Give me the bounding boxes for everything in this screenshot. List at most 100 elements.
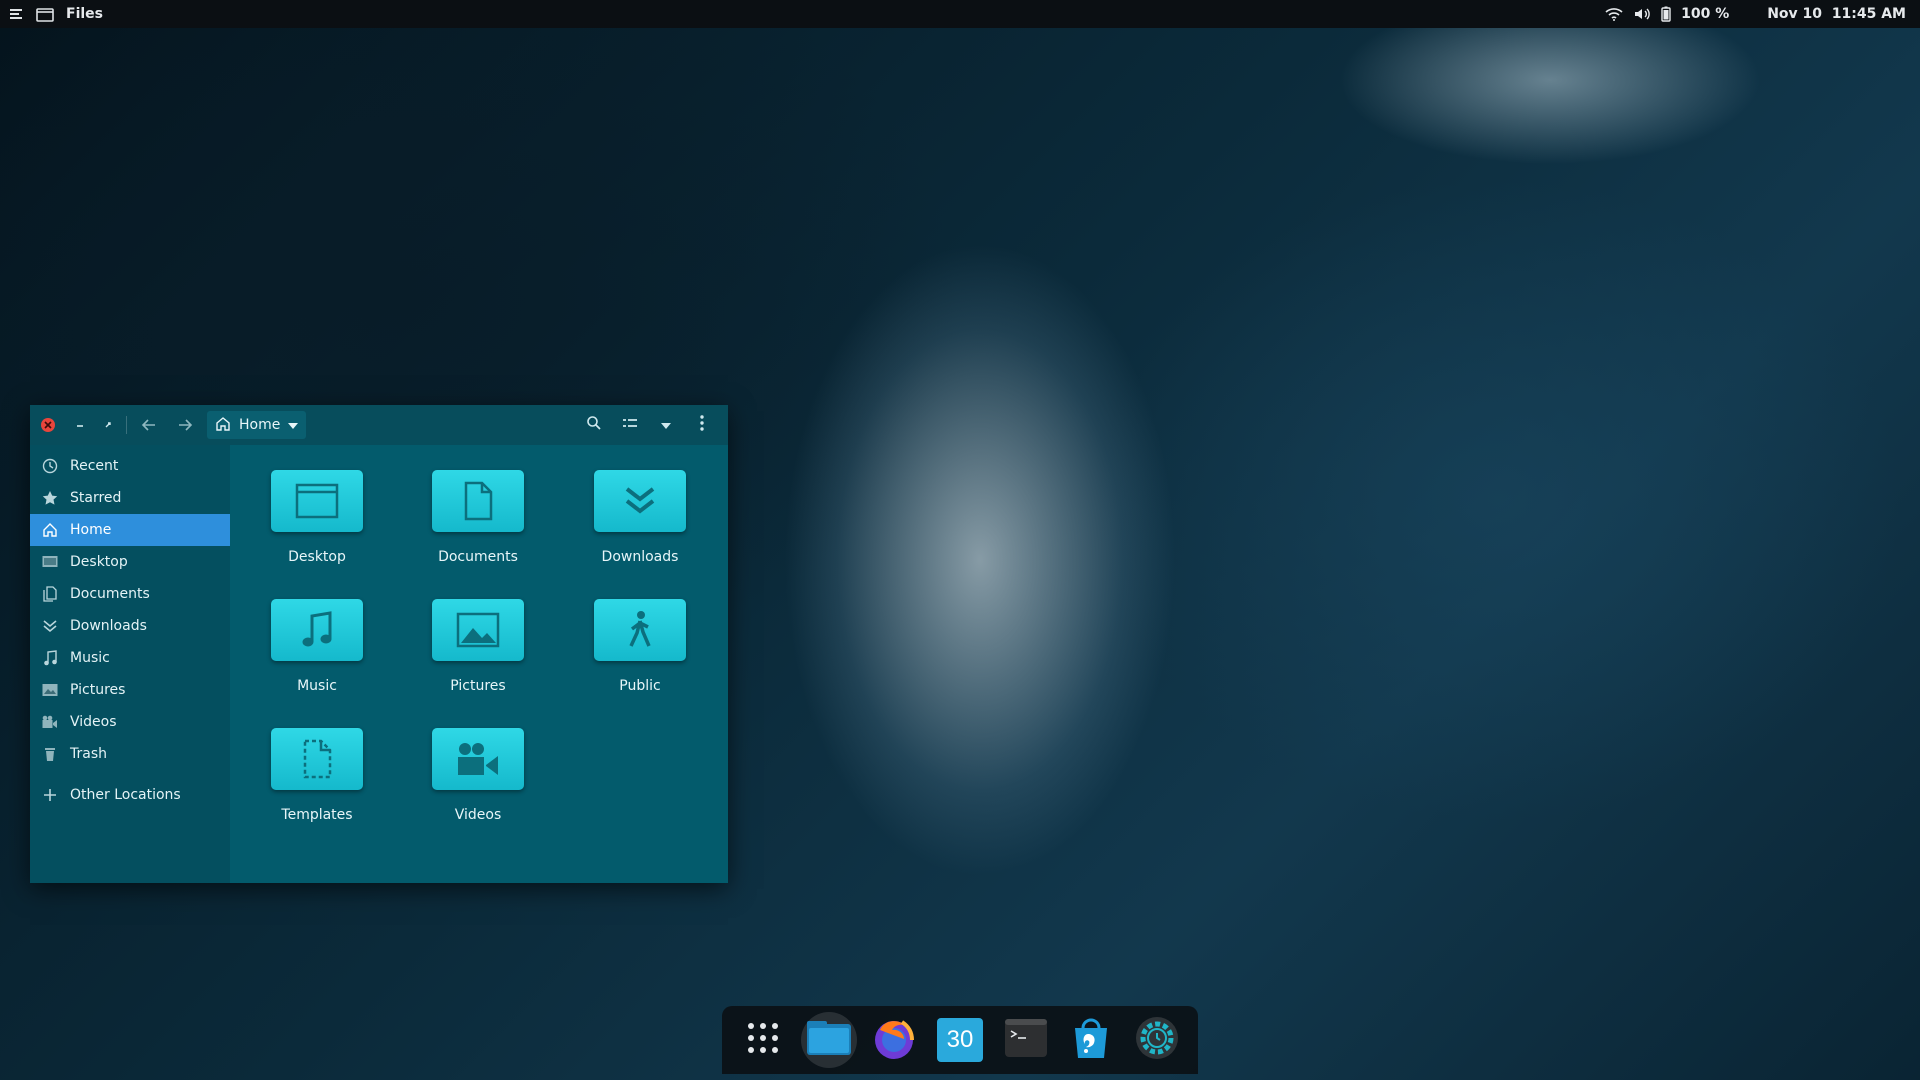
folder-label: Pictures <box>450 678 506 694</box>
folder-public[interactable]: Public <box>570 574 710 694</box>
sidebar-item-label: Downloads <box>70 618 147 634</box>
dock-software[interactable] <box>1063 1012 1119 1068</box>
public-folder-icon <box>594 595 686 661</box>
main-menu-button[interactable] <box>684 405 720 445</box>
sidebar-item-recent[interactable]: Recent <box>30 450 230 482</box>
forward-button[interactable] <box>167 405 203 445</box>
close-button[interactable] <box>30 405 66 445</box>
star-icon <box>42 490 58 506</box>
sidebar-item-label: Trash <box>70 746 107 762</box>
dock-firefox[interactable] <box>866 1012 922 1068</box>
desktop-folder-icon <box>271 466 363 532</box>
folder-downloads[interactable]: Downloads <box>570 445 710 565</box>
location-home-button[interactable]: Home <box>207 411 307 439</box>
sidebar-item-pictures[interactable]: Pictures <box>30 674 230 706</box>
dock: 30 <box>722 1006 1198 1074</box>
sidebar-item-videos[interactable]: Videos <box>30 706 230 738</box>
firefox-icon <box>872 1016 916 1064</box>
sidebar-item-label: Other Locations <box>70 787 181 803</box>
home-icon <box>215 416 231 435</box>
folder-label: Music <box>297 678 337 694</box>
terminal-icon <box>1004 1018 1048 1062</box>
folder-label: Desktop <box>288 549 346 565</box>
sidebar-item-other-locations[interactable]: Other Locations <box>30 779 230 811</box>
download-icon <box>42 618 58 634</box>
files-window: Home Recent Starred Home Desktop Documen… <box>30 405 728 883</box>
home-icon <box>42 522 58 538</box>
documents-folder-icon <box>432 466 524 532</box>
videos-folder-icon <box>432 724 524 790</box>
sidebar-item-trash[interactable]: Trash <box>30 738 230 770</box>
desktop-icon <box>42 554 58 570</box>
folder-documents[interactable]: Documents <box>408 445 548 565</box>
minimize-button[interactable] <box>66 405 94 445</box>
battery-icon[interactable] <box>1661 6 1671 22</box>
sidebar-item-home[interactable]: Home <box>30 514 230 546</box>
clock[interactable]: Nov 10 11:45 AM <box>1767 6 1906 22</box>
back-button[interactable] <box>131 405 167 445</box>
app-grid-button[interactable] <box>735 1012 791 1068</box>
search-button[interactable] <box>576 405 612 445</box>
files-app-icon <box>36 6 54 22</box>
music-folder-icon <box>271 595 363 661</box>
folder-desktop[interactable]: Desktop <box>247 445 387 565</box>
activities-icon[interactable] <box>8 7 24 21</box>
sidebar-item-downloads[interactable]: Downloads <box>30 610 230 642</box>
sidebar-item-starred[interactable]: Starred <box>30 482 230 514</box>
sidebar-item-music[interactable]: Music <box>30 642 230 674</box>
app-grid-icon <box>746 1021 780 1059</box>
calendar-icon: 30 <box>936 1018 983 1062</box>
pictures-folder-icon <box>432 595 524 661</box>
folder-pictures[interactable]: Pictures <box>408 574 548 694</box>
plus-icon <box>42 787 58 803</box>
folder-label: Public <box>619 678 661 694</box>
files-icon <box>806 1020 852 1060</box>
document-icon <box>42 586 58 602</box>
header-bar: Home <box>30 405 728 445</box>
maximize-button[interactable] <box>94 405 122 445</box>
clock-icon <box>42 458 58 474</box>
file-view: Desktop Documents Downloads Music Pictur… <box>230 445 728 883</box>
separator <box>126 416 127 434</box>
top-bar: Files 100 % Nov 10 11:45 AM <box>0 0 1920 28</box>
folder-music[interactable]: Music <box>247 574 387 694</box>
folder-label: Documents <box>438 549 518 565</box>
sidebar: Recent Starred Home Desktop Documents Do… <box>30 445 230 883</box>
dock-files[interactable] <box>800 1012 857 1068</box>
chevron-down-icon <box>661 417 671 433</box>
templates-folder-icon <box>271 724 363 790</box>
search-icon <box>586 415 602 435</box>
calendar-day: 30 <box>946 1026 974 1053</box>
volume-icon[interactable] <box>1633 6 1651 22</box>
picture-icon <box>42 682 58 698</box>
dock-calendar[interactable]: 30 <box>932 1012 988 1068</box>
dock-settings[interactable] <box>1129 1012 1185 1068</box>
sidebar-item-desktop[interactable]: Desktop <box>30 546 230 578</box>
sidebar-item-label: Starred <box>70 490 122 506</box>
folder-label: Videos <box>454 807 502 823</box>
app-menu[interactable]: Files <box>66 6 103 22</box>
folder-label: Downloads <box>601 549 679 565</box>
battery-percentage: 100 % <box>1681 6 1730 22</box>
view-mode-button[interactable] <box>612 405 648 445</box>
sidebar-item-label: Home <box>70 522 112 538</box>
music-icon <box>42 650 58 666</box>
sidebar-item-label: Recent <box>70 458 119 474</box>
sidebar-item-label: Videos <box>70 714 117 730</box>
downloads-folder-icon <box>594 466 686 532</box>
software-icon <box>1069 1016 1113 1064</box>
list-view-icon <box>622 416 638 434</box>
sidebar-item-label: Pictures <box>70 682 126 698</box>
sidebar-item-label: Desktop <box>70 554 128 570</box>
sidebar-item-documents[interactable]: Documents <box>30 578 230 610</box>
folder-templates[interactable]: Templates <box>247 703 387 823</box>
wifi-icon[interactable] <box>1605 7 1623 21</box>
sidebar-item-label: Music <box>70 650 110 666</box>
trash-icon <box>42 746 58 762</box>
sidebar-item-label: Documents <box>70 586 150 602</box>
dock-terminal[interactable] <box>998 1012 1054 1068</box>
view-options-button[interactable] <box>648 405 684 445</box>
folder-videos[interactable]: Videos <box>408 703 548 823</box>
location-label: Home <box>239 417 281 433</box>
kebab-menu-icon <box>700 415 704 435</box>
